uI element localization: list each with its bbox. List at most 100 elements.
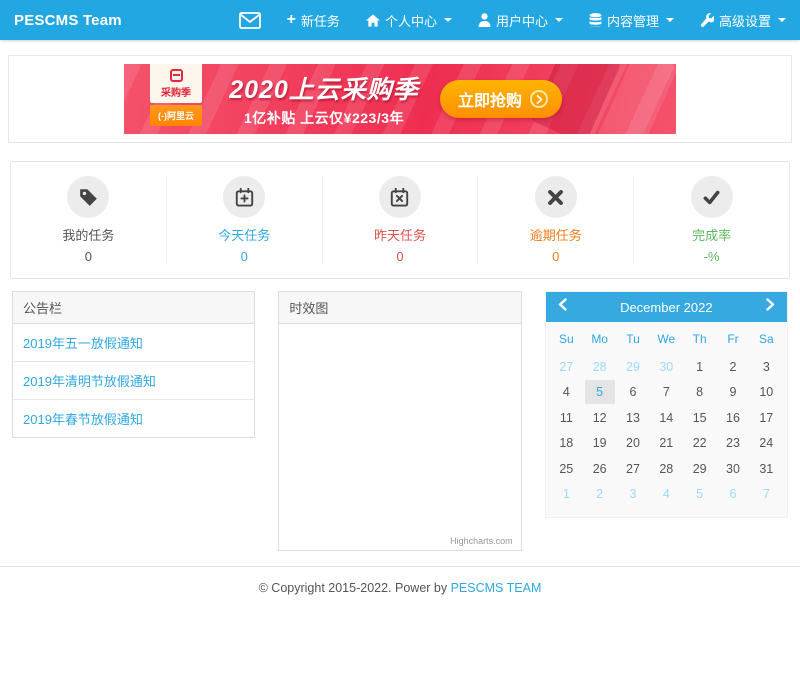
calendar-day[interactable]: 15 (685, 406, 715, 430)
calendar-day[interactable]: 25 (551, 457, 581, 481)
calendar-cell: 17 (750, 405, 783, 431)
calendar-next-button[interactable] (764, 296, 777, 318)
calendar-day[interactable]: 12 (585, 406, 615, 430)
calendar-cell: 14 (650, 405, 683, 431)
calendar-cell: 9 (716, 380, 749, 406)
badge-vendor-label: (-)阿里云 (150, 105, 202, 126)
stat-my-tasks: 我的任务 0 (11, 176, 166, 264)
weekday-label: Fr (716, 332, 749, 346)
calendar-day[interactable]: 20 (618, 431, 648, 455)
nav-new-task[interactable]: + 新任务 (287, 11, 340, 30)
announcements-panel: 公告栏 2019年五一放假通知 2019年清明节放假通知 2019年春节放假通知 (12, 291, 255, 438)
calendar-day[interactable]: 13 (618, 406, 648, 430)
calendar-day[interactable]: 5 (685, 482, 715, 506)
nav-advanced-settings[interactable]: 高级设置 (700, 11, 786, 30)
calendar-cell: 5 (683, 482, 716, 508)
chevron-left-icon (558, 298, 567, 316)
calendar-cell: 28 (583, 354, 616, 380)
nav-personal-center[interactable]: 个人中心 (366, 11, 452, 30)
user-icon (478, 13, 491, 27)
calendar-day[interactable]: 5 (585, 380, 615, 404)
calendar-day[interactable]: 27 (618, 457, 648, 481)
calendar-day[interactable]: 4 (651, 482, 681, 506)
stat-value: 0 (478, 249, 633, 264)
home-icon (366, 14, 380, 27)
pescms-team-link[interactable]: PESCMS TEAM (451, 581, 542, 595)
calendar-month-label: December 2022 (569, 300, 764, 315)
calendar-cell: 21 (650, 431, 683, 457)
weekday-label: We (650, 332, 683, 346)
calendar-day[interactable]: 24 (751, 431, 781, 455)
calendar-day[interactable]: 30 (718, 457, 748, 481)
calendar-day[interactable]: 29 (618, 355, 648, 379)
calendar-day[interactable]: 10 (751, 380, 781, 404)
calendar-day[interactable]: 2 (585, 482, 615, 506)
calendar-cell: 25 (550, 456, 583, 482)
calendar-day[interactable]: 6 (718, 482, 748, 506)
calendar-cell: 16 (716, 405, 749, 431)
calendar-day[interactable]: 1 (685, 355, 715, 379)
stat-overdue-tasks: 逾期任务 0 (477, 176, 633, 264)
calendar-day[interactable]: 9 (718, 380, 748, 404)
calendar-day[interactable]: 14 (651, 406, 681, 430)
announcement-link[interactable]: 2019年五一放假通知 (13, 324, 254, 361)
check-icon (691, 176, 733, 218)
calendar-day[interactable]: 7 (651, 380, 681, 404)
calendar-day[interactable]: 30 (651, 355, 681, 379)
calendar-day[interactable]: 21 (651, 431, 681, 455)
calendar-day[interactable]: 28 (585, 355, 615, 379)
calendar-day[interactable]: 23 (718, 431, 748, 455)
wrench-icon (700, 13, 714, 27)
calendar-cell: 8 (683, 380, 716, 406)
announcement-link[interactable]: 2019年清明节放假通知 (13, 362, 254, 399)
buy-now-button[interactable]: 立即抢购 (440, 80, 562, 118)
calendar-day[interactable]: 19 (585, 431, 615, 455)
calendar-prev-button[interactable] (556, 296, 569, 318)
brand-link[interactable]: PESCMS Team (14, 12, 122, 29)
calendar-day[interactable]: 17 (751, 406, 781, 430)
calendar-cell: 22 (683, 431, 716, 457)
calendar-day[interactable]: 16 (718, 406, 748, 430)
calendar-day[interactable]: 2 (718, 355, 748, 379)
highcharts-credits-link[interactable]: Highcharts.com (450, 536, 513, 546)
stat-yesterday-tasks: 昨天任务 0 (322, 176, 478, 264)
calendar-day[interactable]: 31 (751, 457, 781, 481)
knot-emblem-icon (170, 69, 183, 82)
banner-title: 2020上云采购季 (220, 70, 428, 106)
nav-user-center-label: 用户中心 (496, 11, 548, 30)
calendar-cell: 3 (750, 354, 783, 380)
calendar-day[interactable]: 7 (751, 482, 781, 506)
calendar-day[interactable]: 6 (618, 380, 648, 404)
chevron-down-icon (666, 18, 674, 22)
calendar-cell: 1 (683, 354, 716, 380)
calendar-day[interactable]: 22 (685, 431, 715, 455)
announcement-link[interactable]: 2019年春节放假通知 (13, 400, 254, 437)
calendar-day[interactable]: 27 (551, 355, 581, 379)
calendar-day[interactable]: 29 (685, 457, 715, 481)
calendar-cell: 27 (550, 354, 583, 380)
weekday-label: Su (550, 332, 583, 346)
calendar-day[interactable]: 8 (685, 380, 715, 404)
calendar-cell: 18 (550, 431, 583, 457)
calendar-day[interactable]: 18 (551, 431, 581, 455)
calendar-weekday-row: Su Mo Tu We Th Fr Sa (546, 322, 787, 352)
chevron-down-icon (778, 18, 786, 22)
list-item: 2019年清明节放假通知 (13, 361, 254, 399)
ad-banner[interactable]: 采购季 (-)阿里云 2020上云采购季 1亿补贴 上云仅¥223/3年 立即抢… (124, 64, 676, 134)
ad-banner-card: 采购季 (-)阿里云 2020上云采购季 1亿补贴 上云仅¥223/3年 立即抢… (8, 55, 792, 143)
calendar-cell: 10 (750, 380, 783, 406)
calendar-day[interactable]: 28 (651, 457, 681, 481)
calendar-day[interactable]: 4 (551, 380, 581, 404)
calendar-day[interactable]: 3 (618, 482, 648, 506)
calendar-day[interactable]: 3 (751, 355, 781, 379)
footer: © Copyright 2015-2022. Power by PESCMS T… (0, 566, 800, 609)
calendar-day[interactable]: 26 (585, 457, 615, 481)
calendar-cell: 31 (750, 456, 783, 482)
nav-user-center[interactable]: 用户中心 (478, 11, 563, 30)
calendar-day[interactable]: 1 (551, 482, 581, 506)
calendar-cell: 15 (683, 405, 716, 431)
nav-new-task-label: 新任务 (301, 11, 340, 30)
calendar-day[interactable]: 11 (551, 406, 581, 430)
nav-content-manage[interactable]: 内容管理 (589, 11, 674, 30)
messages-button[interactable] (239, 12, 261, 29)
